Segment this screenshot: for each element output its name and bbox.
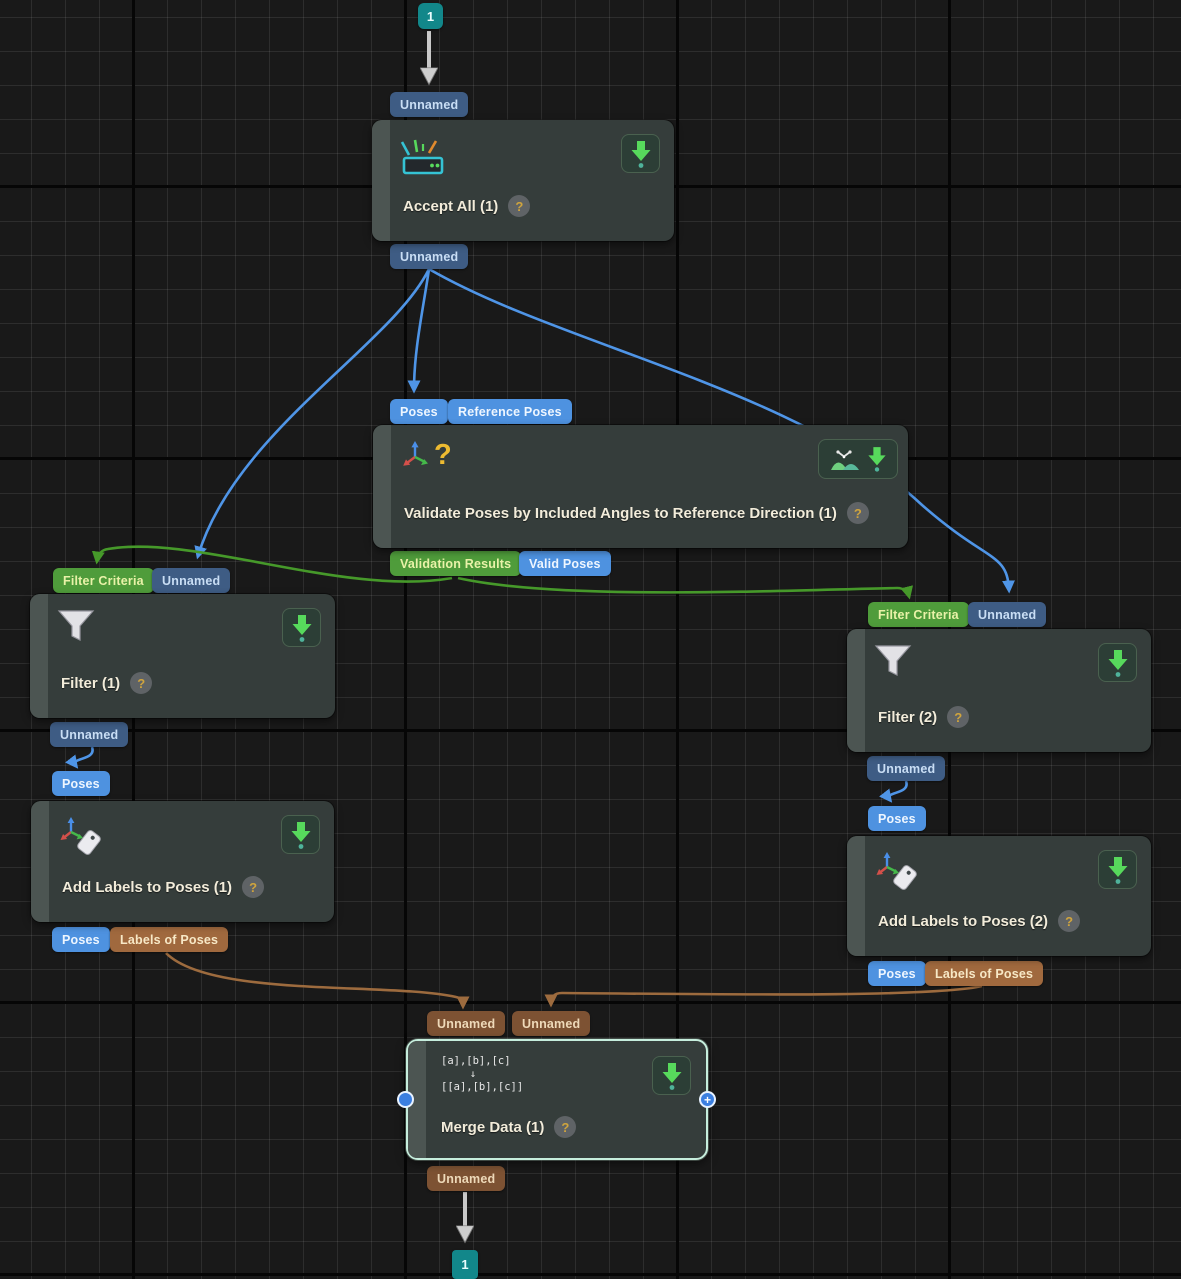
node-add-labels-2[interactable]: Add Labels to Poses (2) ? [847, 836, 1151, 956]
merge-add-output-handle[interactable]: + [699, 1091, 716, 1108]
merge-icon-line-1: [a],[b],[c] [441, 1055, 523, 1068]
node-status-strip [373, 425, 391, 548]
download-arrow-icon [867, 446, 887, 472]
node-add-labels-1[interactable]: Add Labels to Poses (1) ? [31, 801, 334, 922]
node-accept-all[interactable]: Accept All (1) ? [372, 120, 674, 241]
node-status-strip [847, 836, 865, 956]
port-addlabels1-output-poses[interactable]: Poses [52, 927, 110, 952]
port-filter2-output-unnamed[interactable]: Unnamed [867, 756, 945, 781]
node-graph-canvas[interactable]: 1 1 Unnamed Accept All (1) ? [0, 0, 1181, 1279]
help-icon[interactable]: ? [508, 195, 530, 217]
help-icon[interactable]: ? [1058, 910, 1080, 932]
node-status-strip [372, 120, 390, 241]
port-addlabels2-output-poses[interactable]: Poses [868, 961, 926, 986]
node-filter-2[interactable]: Filter (2) ? [847, 629, 1151, 752]
port-filter2-input-criteria[interactable]: Filter Criteria [868, 602, 969, 627]
download-arrow-icon [630, 140, 652, 168]
node-title: Filter (2) [878, 709, 937, 726]
download-arrow-icon [1107, 856, 1129, 884]
port-merge-input-unnamed-1[interactable]: Unnamed [427, 1011, 505, 1036]
add-labels-icon [874, 851, 922, 898]
visualize-and-show-output-button[interactable] [818, 439, 898, 479]
port-merge-output-unnamed[interactable]: Unnamed [427, 1166, 505, 1191]
merge-icon-line-2: [[a],[b],[c]] [441, 1081, 523, 1094]
node-filter-1[interactable]: Filter (1) ? [30, 594, 335, 718]
merge-icon-arrow: ↓ [441, 1068, 505, 1081]
download-arrow-icon [661, 1062, 683, 1090]
node-status-strip [847, 629, 865, 752]
merge-left-connector-handle[interactable] [397, 1091, 414, 1108]
show-output-button[interactable] [1098, 643, 1137, 682]
help-icon[interactable]: ? [554, 1116, 576, 1138]
filter-icon [874, 644, 912, 685]
node-title: Add Labels to Poses (2) [878, 913, 1048, 930]
help-icon[interactable]: ? [947, 706, 969, 728]
port-addlabels1-input-poses[interactable]: Poses [52, 771, 110, 796]
download-arrow-icon [291, 614, 313, 642]
node-status-strip [30, 594, 48, 718]
node-merge-data[interactable]: [a],[b],[c] ↓ [[a],[b],[c]] Merge Data (… [406, 1039, 708, 1160]
edge-addlabels1-labels-to-merge[interactable] [166, 953, 463, 1006]
help-icon[interactable]: ? [242, 876, 264, 898]
filter-icon [57, 609, 95, 650]
port-addlabels1-output-labels[interactable]: Labels of Poses [110, 927, 228, 952]
node-title: Accept All (1) [403, 198, 498, 215]
port-validate-output-validation-results[interactable]: Validation Results [390, 551, 521, 576]
port-validate-output-valid-poses[interactable]: Valid Poses [519, 551, 611, 576]
edge-addlabels2-labels-to-merge[interactable] [551, 986, 982, 1004]
node-status-strip [31, 801, 49, 922]
node-title: Validate Poses by Included Angles to Ref… [404, 505, 837, 522]
download-arrow-icon [1107, 649, 1129, 677]
accept-all-icon [399, 135, 447, 182]
port-filter1-output-unnamed[interactable]: Unnamed [50, 722, 128, 747]
show-output-button[interactable] [282, 608, 321, 647]
edge-filter1-to-addlabels1-poses[interactable] [75, 747, 93, 766]
point-cloud-view-icon [830, 447, 860, 471]
node-title: Merge Data (1) [441, 1119, 544, 1136]
port-addlabels2-output-labels[interactable]: Labels of Poses [925, 961, 1043, 986]
port-validate-input-reference-poses[interactable]: Reference Poses [448, 399, 572, 424]
node-validate-poses[interactable]: ? Validate Poses by Included Angles to R… [373, 425, 908, 548]
port-accept-all-output-unnamed[interactable]: Unnamed [390, 244, 468, 269]
port-validate-input-poses[interactable]: Poses [390, 399, 448, 424]
edge-validation-results-to-filter2-criteria[interactable] [458, 578, 909, 596]
add-labels-icon [58, 816, 106, 863]
help-icon[interactable]: ? [130, 672, 152, 694]
download-arrow-icon [290, 821, 312, 849]
help-icon[interactable]: ? [847, 502, 869, 524]
port-filter1-input-unnamed[interactable]: Unnamed [152, 568, 230, 593]
show-output-button[interactable] [281, 815, 320, 854]
port-filter2-input-unnamed[interactable]: Unnamed [968, 602, 1046, 627]
merge-data-icon: [a],[b],[c] ↓ [[a],[b],[c]] [441, 1055, 523, 1094]
validate-poses-icon: ? [400, 440, 452, 472]
port-filter1-input-criteria[interactable]: Filter Criteria [53, 568, 154, 593]
edge-filter2-to-addlabels2-poses[interactable] [889, 781, 907, 800]
edge-accept-all-to-validate-poses[interactable] [414, 269, 429, 390]
node-title: Add Labels to Poses (1) [62, 879, 232, 896]
node-title: Filter (1) [61, 675, 120, 692]
show-output-button[interactable] [621, 134, 660, 173]
show-output-button[interactable] [652, 1056, 691, 1095]
port-accept-all-input-unnamed[interactable]: Unnamed [390, 92, 468, 117]
show-output-button[interactable] [1098, 850, 1137, 889]
port-merge-input-unnamed-2[interactable]: Unnamed [512, 1011, 590, 1036]
flow-exit-badge[interactable]: 1 [452, 1250, 478, 1279]
flow-entry-badge[interactable]: 1 [418, 3, 443, 29]
port-addlabels2-input-poses[interactable]: Poses [868, 806, 926, 831]
